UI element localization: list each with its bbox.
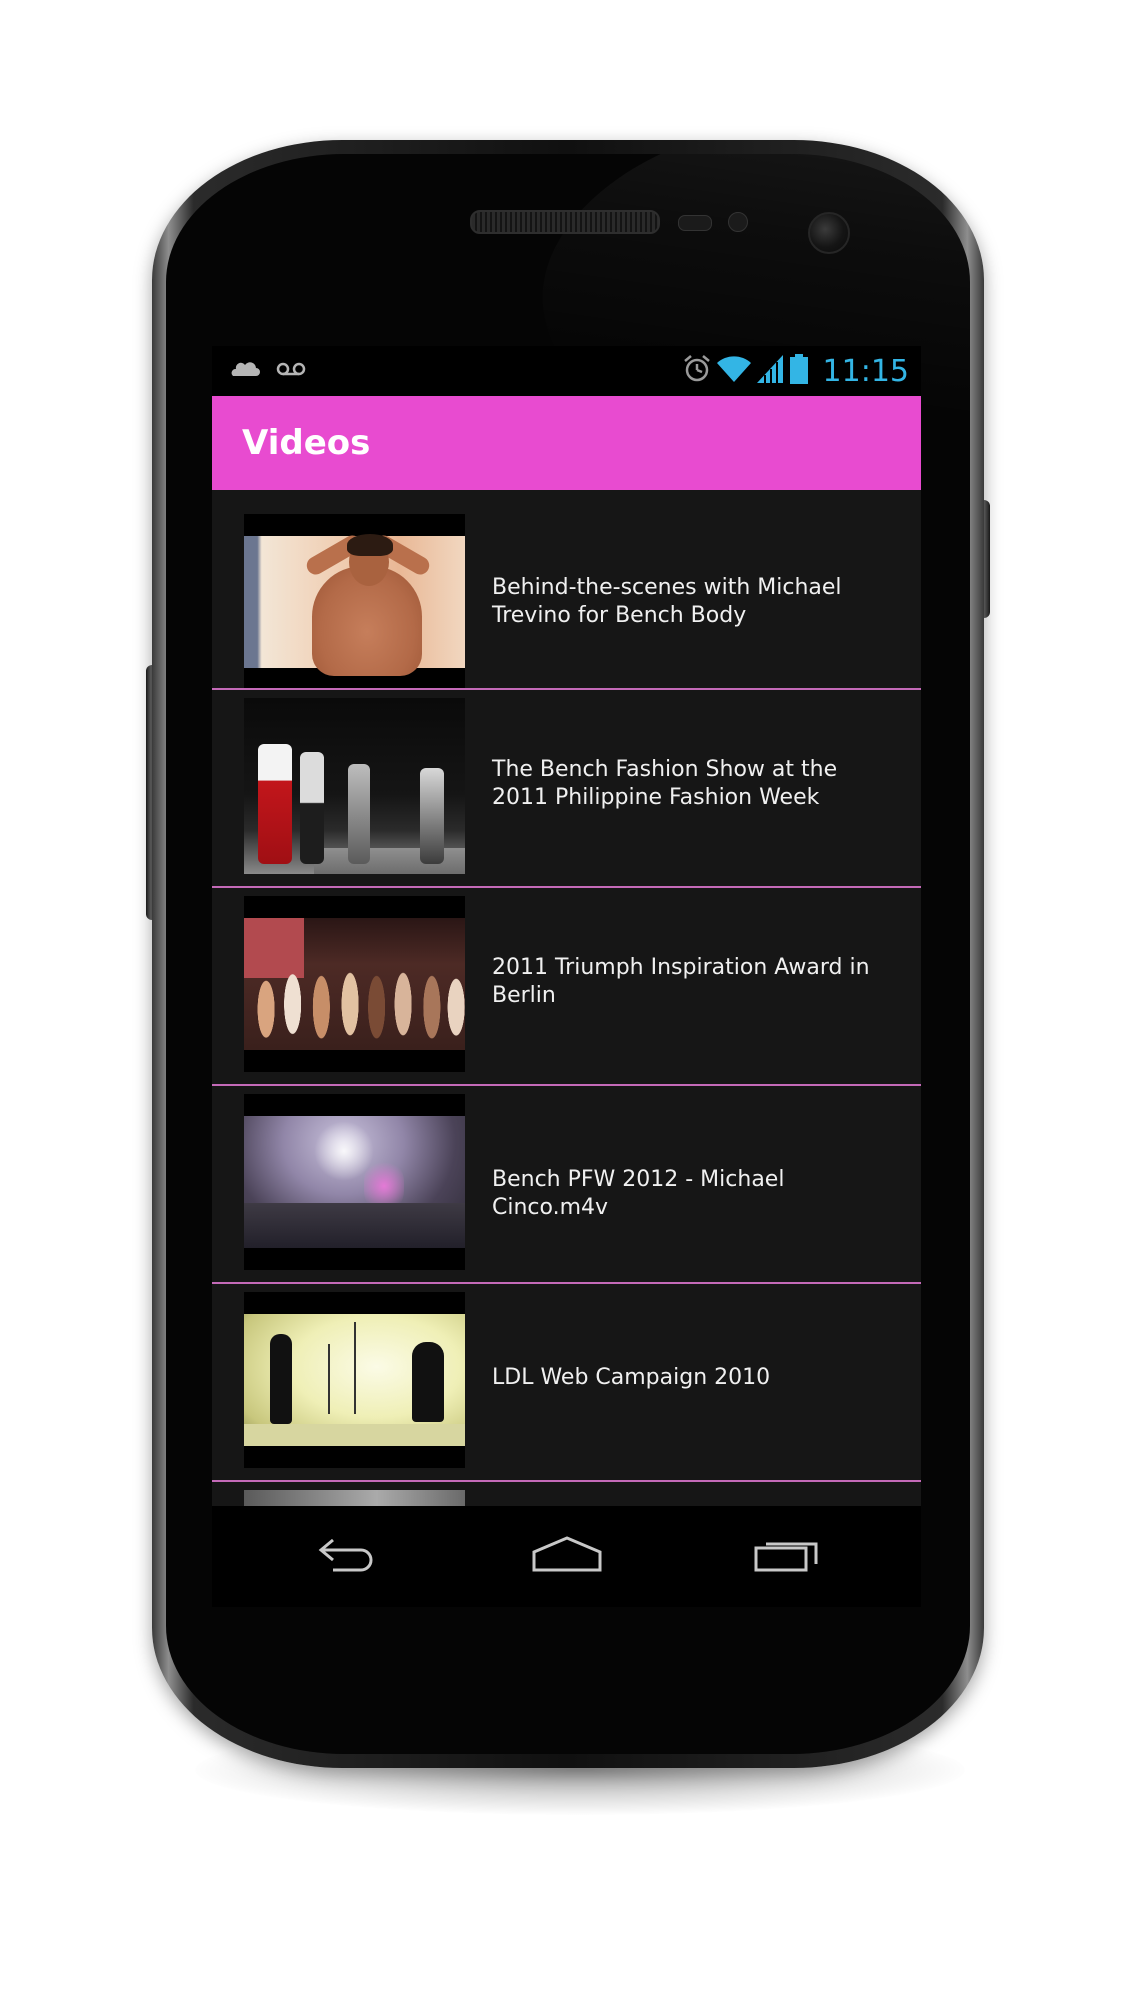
alarm-icon [683, 354, 711, 388]
home-icon [532, 1534, 602, 1578]
front-camera [808, 212, 850, 254]
signal-icon [756, 355, 783, 387]
video-thumbnail [244, 896, 465, 1072]
video-thumbnail [244, 514, 465, 690]
recent-apps-icon [752, 1534, 822, 1578]
device-screen: 11:15 Videos Behind-the-scenes with Mich… [212, 346, 921, 1607]
video-thumbnail [244, 1292, 465, 1468]
voicemail-icon [276, 361, 306, 381]
video-list-item[interactable]: 2011 Triumph Inspiration Award in Berlin [212, 888, 921, 1084]
navigation-bar [212, 1506, 921, 1607]
cloud-icon [230, 361, 260, 381]
video-thumbnail-image [244, 698, 465, 874]
device-mockup: 11:15 Videos Behind-the-scenes with Mich… [0, 0, 1148, 1994]
video-list-item[interactable]: LDL Web Campaign 2010 [212, 1284, 921, 1480]
video-thumbnail [244, 1094, 465, 1270]
video-thumbnail-image [244, 918, 465, 1050]
video-title: The Bench Fashion Show at the 2011 Phili… [492, 757, 838, 810]
status-notifications [230, 346, 306, 396]
action-bar: Videos [212, 396, 921, 490]
proximity-sensor [678, 215, 712, 231]
status-clock: 11:15 [822, 353, 909, 389]
video-list-item[interactable]: The Bench Fashion Show at the 2011 Phili… [212, 690, 921, 886]
video-title: 2011 Triumph Inspiration Award in Berlin [492, 955, 870, 1008]
video-thumbnail [244, 1490, 465, 1506]
recent-apps-button[interactable] [732, 1526, 842, 1586]
video-title: Bench PFW 2012 - Michael Cinco.m4v [492, 1167, 785, 1220]
back-icon [315, 1534, 379, 1578]
video-thumbnail-image [244, 1314, 465, 1446]
wifi-icon [716, 355, 751, 387]
video-list[interactable]: Behind-the-scenes with Michael Trevino f… [212, 490, 921, 1506]
video-title: LDL Web Campaign 2010 [492, 1365, 771, 1390]
video-thumbnail-image [244, 1490, 465, 1506]
video-list-item[interactable]: Behind-the-scenes with Michael Trevino f… [212, 490, 921, 690]
home-button[interactable] [512, 1526, 622, 1586]
video-thumbnail-image [244, 1116, 465, 1248]
video-title: Behind-the-scenes with Michael Trevino f… [492, 575, 842, 628]
video-thumbnail-image [244, 532, 465, 676]
video-list-item[interactable] [212, 1482, 921, 1506]
light-sensor [728, 212, 748, 232]
earpiece-speaker [470, 210, 660, 234]
video-list-item[interactable]: Bench PFW 2012 - Michael Cinco.m4v [212, 1086, 921, 1282]
video-thumbnail [244, 698, 465, 874]
status-system-icons: 11:15 [683, 346, 909, 396]
page-title: Videos [242, 423, 371, 463]
battery-icon [789, 354, 809, 388]
back-button[interactable] [292, 1526, 402, 1586]
status-bar: 11:15 [212, 346, 921, 396]
